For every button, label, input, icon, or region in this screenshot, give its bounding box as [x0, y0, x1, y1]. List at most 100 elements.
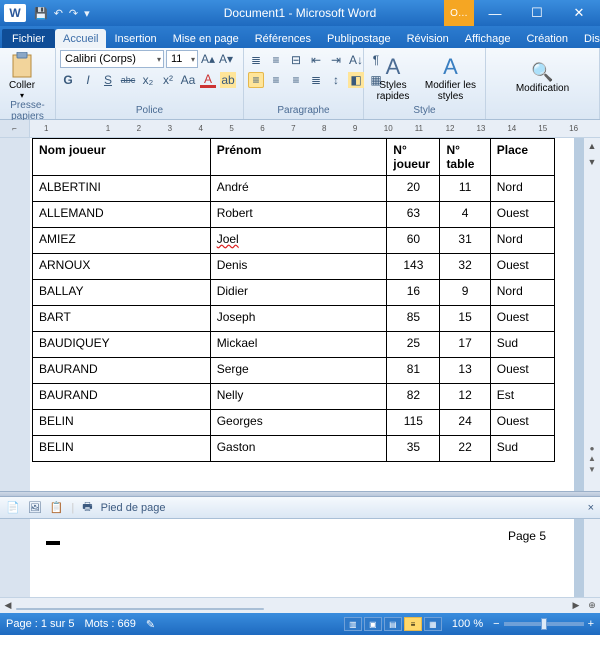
cell[interactable]: Gaston [210, 436, 387, 462]
cell[interactable]: 25 [387, 332, 440, 358]
cell[interactable]: Ouest [490, 254, 554, 280]
shrink-font-icon[interactable]: A▾ [218, 51, 234, 67]
view-draft[interactable]: ▦ [424, 617, 442, 631]
cell[interactable]: Didier [210, 280, 387, 306]
close-button[interactable]: ✕ [558, 0, 600, 26]
cell[interactable]: BAURAND [33, 384, 211, 410]
footer-vscroll[interactable] [584, 519, 600, 597]
table-row[interactable]: BELINGaston3522Sud [33, 436, 555, 462]
save-icon[interactable]: 💾 [34, 7, 48, 20]
cell[interactable]: Nord [490, 176, 554, 202]
tab-insertion[interactable]: Insertion [106, 29, 164, 48]
vertical-scrollbar[interactable]: ▲ ●▲▼ ▼ [584, 138, 600, 491]
scroll-track[interactable] [584, 154, 600, 443]
cell[interactable]: 20 [387, 176, 440, 202]
page-nav[interactable]: ●▲▼ [584, 443, 600, 475]
subscript-button[interactable]: x₂ [140, 72, 156, 88]
indent-inc-icon[interactable]: ⇥ [328, 52, 344, 68]
table-row[interactable]: BARTJoseph8515Ouest [33, 306, 555, 332]
align-center-icon[interactable]: ≡ [268, 72, 284, 88]
cell[interactable]: 17 [440, 332, 490, 358]
multilevel-icon[interactable]: ⊟ [288, 52, 304, 68]
tab-création[interactable]: Création [518, 29, 576, 48]
cell[interactable]: 11 [440, 176, 490, 202]
scroll-left-icon[interactable]: ◀ [0, 600, 16, 611]
tab-affichage[interactable]: Affichage [457, 29, 519, 48]
cell[interactable]: 82 [387, 384, 440, 410]
cell[interactable]: 85 [387, 306, 440, 332]
tab-mise-en-page[interactable]: Mise en page [165, 29, 247, 48]
view-outline[interactable]: ≡ [404, 617, 422, 631]
table-row[interactable]: ALLEMANDRobert634Ouest [33, 202, 555, 228]
highlight-button[interactable]: ab [220, 72, 236, 88]
table-row[interactable]: ARNOUXDenis14332Ouest [33, 254, 555, 280]
bold-button[interactable]: G [60, 72, 76, 88]
tab-accueil[interactable]: Accueil [55, 29, 106, 48]
user-badge[interactable]: O… [444, 0, 474, 26]
table-row[interactable]: AMIEZJoel6031Nord [33, 228, 555, 254]
cell[interactable]: Joel [210, 228, 387, 254]
line-spacing-icon[interactable]: ↕ [328, 72, 344, 88]
cell[interactable]: BAUDIQUEY [33, 332, 211, 358]
status-page[interactable]: Page : 1 sur 5 [6, 618, 75, 630]
tab-selector[interactable]: ⌐ [0, 120, 30, 137]
numbering-icon[interactable]: ≡ [268, 52, 284, 68]
table-row[interactable]: BELINGeorges11524Ouest [33, 410, 555, 436]
cell[interactable]: Serge [210, 358, 387, 384]
horizontal-scrollbar[interactable]: ◀ ▶ ⊕ [0, 597, 600, 613]
cell[interactable]: Denis [210, 254, 387, 280]
tab-révision[interactable]: Révision [399, 29, 457, 48]
redo-icon[interactable]: ↷ [69, 7, 78, 20]
shading-icon[interactable]: ◧ [348, 72, 364, 88]
cell[interactable]: ARNOUX [33, 254, 211, 280]
cell[interactable]: Nelly [210, 384, 387, 410]
vertical-ruler[interactable] [0, 138, 30, 491]
font-color-button[interactable]: A [200, 72, 216, 88]
cell[interactable]: 22 [440, 436, 490, 462]
scroll-up-icon[interactable]: ▲ [584, 138, 600, 154]
cell[interactable]: 143 [387, 254, 440, 280]
qat-more-icon[interactable]: ▾ [84, 7, 90, 20]
font-size-combo[interactable]: 11 [166, 50, 198, 68]
superscript-button[interactable]: x² [160, 72, 176, 88]
view-web[interactable]: ▤ [384, 617, 402, 631]
cell[interactable]: Ouest [490, 358, 554, 384]
table-row[interactable]: BAURANDNelly8212Est [33, 384, 555, 410]
cell[interactable]: 9 [440, 280, 490, 306]
justify-icon[interactable]: ≣ [308, 72, 324, 88]
footer-page-preview[interactable]: Page 5 [30, 519, 574, 597]
zoom-grip-icon[interactable]: ⊕ [584, 600, 600, 611]
view-print-layout[interactable]: ▥ [344, 617, 362, 631]
scroll-right-icon[interactable]: ▶ [568, 600, 584, 611]
proofing-icon[interactable]: ✎ [146, 618, 155, 631]
undo-icon[interactable]: ↶ [54, 7, 63, 20]
cell[interactable]: 24 [440, 410, 490, 436]
cell[interactable]: BART [33, 306, 211, 332]
cell[interactable]: Georges [210, 410, 387, 436]
cell[interactable]: Robert [210, 202, 387, 228]
hscroll-thumb[interactable] [16, 608, 264, 610]
tab-références[interactable]: Références [247, 29, 319, 48]
fp-icon[interactable]: 📋 [50, 501, 64, 514]
sort-icon[interactable]: A↓ [348, 52, 364, 68]
cell[interactable]: 31 [440, 228, 490, 254]
minimize-button[interactable]: — [474, 0, 516, 26]
italic-button[interactable]: I [80, 72, 96, 88]
cell[interactable]: BAURAND [33, 358, 211, 384]
cell[interactable]: 16 [387, 280, 440, 306]
grow-font-icon[interactable]: A▴ [200, 51, 216, 67]
cell[interactable]: 12 [440, 384, 490, 410]
align-right-icon[interactable]: ≡ [288, 72, 304, 88]
cell[interactable]: Ouest [490, 202, 554, 228]
cell[interactable]: André [210, 176, 387, 202]
page-canvas[interactable]: Nom joueurPrénomN° joueurN° tablePlace A… [30, 138, 574, 491]
zoom-in-button[interactable]: + [588, 618, 594, 630]
cell[interactable]: BELIN [33, 436, 211, 462]
fp-icon[interactable]: 🖶 [82, 498, 92, 517]
col-header[interactable]: N° joueur [387, 139, 440, 176]
table-row[interactable]: ALBERTINIAndré2011Nord [33, 176, 555, 202]
cell[interactable]: Ouest [490, 410, 554, 436]
cell[interactable]: 63 [387, 202, 440, 228]
quick-styles-button[interactable]: A Styles rapides [368, 54, 418, 102]
table-row[interactable]: BAURANDSerge8113Ouest [33, 358, 555, 384]
